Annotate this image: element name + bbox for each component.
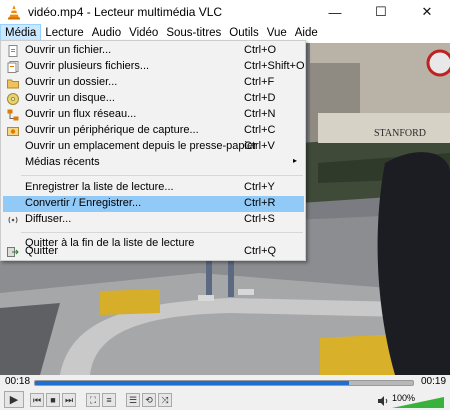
menu-item-label: Ouvrir un fichier... [25, 44, 112, 56]
random-button[interactable]: ⤨ [158, 393, 172, 407]
menu-item-recent-media[interactable]: Médias récents ▸ [3, 155, 304, 171]
menu-item-open-multiple-files[interactable]: Ouvrir plusieurs fichiers... Ctrl+Shift+… [3, 59, 305, 75]
folder-icon [7, 77, 19, 89]
menu-item-shortcut: Ctrl+Y [244, 181, 275, 193]
menu-item-quit[interactable]: Quitter Ctrl+Q [3, 244, 304, 260]
menu-item-open-file[interactable]: Ouvrir un fichier... Ctrl+O [3, 43, 304, 59]
menu-item-label: Enregistrer la liste de lecture... [25, 181, 174, 193]
exit-icon [7, 246, 19, 258]
speaker-icon[interactable] [377, 395, 389, 407]
menu-item-open-capture-device[interactable]: Ouvrir un périphérique de capture... Ctr… [3, 123, 304, 139]
total-time: 00:19 [421, 376, 447, 387]
menu-separator [21, 232, 303, 233]
menu-item-open-from-clipboard[interactable]: Ouvrir un emplacement depuis le presse-p… [3, 139, 304, 155]
menu-item-shortcut: Ctrl+Q [244, 245, 277, 257]
menu-item-shortcut: Ctrl+N [244, 108, 276, 120]
menu-item-label: Convertir / Enregistrer... [25, 197, 142, 209]
loop-button[interactable]: ⟲ [142, 393, 156, 407]
submenu-arrow-icon: ▸ [293, 156, 298, 165]
menu-item-label: Médias récents [25, 156, 100, 168]
volume-level [392, 397, 444, 408]
close-button[interactable]: ✕ [404, 0, 450, 24]
play-button[interactable]: ▶ [4, 391, 24, 408]
network-icon [7, 109, 19, 121]
menu-item-shortcut: Ctrl+C [244, 124, 276, 136]
title-bar: vidéo.mp4 - Lecteur multimédia VLC — ☐ ✕ [0, 0, 450, 24]
menu-item-shortcut: Ctrl+O [244, 44, 277, 56]
menu-item-open-network-stream[interactable]: Ouvrir un flux réseau... Ctrl+N [3, 107, 304, 123]
file-icon [7, 45, 19, 57]
window-title: vidéo.mp4 - Lecteur multimédia VLC [28, 5, 223, 19]
menu-separator [21, 175, 303, 176]
menu-item-shortcut: Ctrl+Shift+O [244, 60, 305, 72]
disc-icon [7, 93, 19, 105]
sign-text: STANFORD [374, 128, 426, 139]
media-menu: Ouvrir un fichier... Ctrl+O Ouvrir plusi… [0, 40, 306, 261]
menu-item-save-playlist[interactable]: Enregistrer la liste de lecture... Ctrl+… [3, 180, 304, 196]
menu-item-label: Ouvrir un périphérique de capture... [25, 124, 199, 136]
menu-item-label: Ouvrir un dossier... [25, 76, 118, 88]
extended-settings-button[interactable]: ≡ [102, 393, 116, 407]
menu-item-shortcut: Ctrl+V [244, 140, 275, 152]
stop-button[interactable]: ■ [46, 393, 60, 407]
menu-item-label: Ouvrir un emplacement depuis le presse-p… [25, 140, 257, 152]
next-button[interactable]: ⏭ [62, 393, 76, 407]
menu-item-label: Ouvrir plusieurs fichiers... [25, 60, 150, 72]
menu-item-label: Ouvrir un flux réseau... [25, 108, 137, 120]
fullscreen-button[interactable]: ⛶ [86, 393, 100, 407]
playback-controls: 00:18 00:19 ▶ ⏮ ■ ⏭ ⛶ ≡ ☰ ⟲ ⤨ 100% [0, 375, 450, 410]
menu-item-shortcut: Ctrl+R [244, 197, 276, 209]
menu-item-convert-save[interactable]: Convertir / Enregistrer... Ctrl+R [3, 196, 304, 212]
files-icon [7, 61, 19, 73]
menu-item-shortcut: Ctrl+D [244, 92, 276, 104]
menu-item-label: Diffuser... [25, 213, 72, 225]
menu-item-label: Quitter [25, 245, 59, 257]
maximize-button[interactable]: ☐ [358, 0, 404, 24]
menu-item-stream[interactable]: Diffuser... Ctrl+S [3, 212, 304, 228]
elapsed-time: 00:18 [5, 376, 31, 387]
previous-button[interactable]: ⏮ [30, 393, 44, 407]
menu-item-open-folder[interactable]: Ouvrir un dossier... Ctrl+F [3, 75, 304, 91]
capture-icon [7, 125, 19, 137]
vlc-cone-icon [6, 4, 22, 20]
seek-bar[interactable] [34, 380, 414, 386]
stream-icon [7, 214, 19, 226]
playlist-button[interactable]: ☰ [126, 393, 140, 407]
menu-item-open-disc[interactable]: Ouvrir un disque... Ctrl+D [3, 91, 304, 107]
menu-item-shortcut: Ctrl+F [244, 76, 275, 88]
volume-slider[interactable] [392, 397, 444, 408]
menu-item-shortcut: Ctrl+S [244, 213, 275, 225]
menu-item-label: Ouvrir un disque... [25, 92, 115, 104]
minimize-button[interactable]: — [312, 0, 358, 24]
seek-progress [35, 381, 349, 385]
